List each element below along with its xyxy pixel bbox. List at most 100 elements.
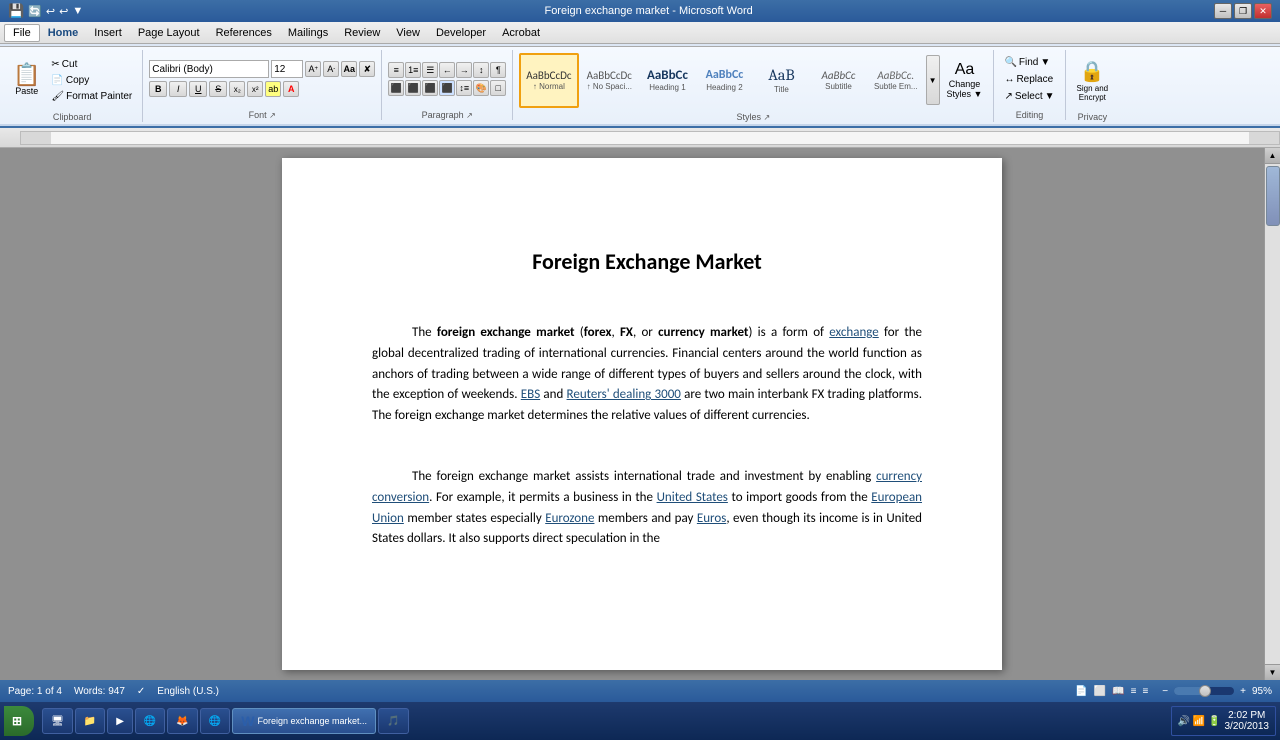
line-spacing-button[interactable]: ↕≡	[456, 80, 472, 96]
start-button[interactable]: ⊞	[4, 706, 34, 736]
more-styles-button[interactable]: ▼	[926, 55, 940, 105]
subtitle-style-button[interactable]: AaBbCc Subtitle	[811, 53, 866, 108]
shading-button[interactable]: 🎨	[473, 80, 489, 96]
menu-acrobat[interactable]: Acrobat	[494, 25, 548, 41]
taskbar-music[interactable]: 🎵	[378, 708, 408, 734]
document-container: Foreign Exchange Market The foreign exch…	[0, 148, 1280, 680]
zoom-slider[interactable]	[1174, 687, 1234, 695]
underline-button[interactable]: U	[189, 81, 207, 97]
menu-page-layout[interactable]: Page Layout	[130, 25, 208, 41]
menu-home[interactable]: Home	[40, 25, 87, 41]
show-hide-button[interactable]: ¶	[490, 62, 506, 78]
decrease-indent-button[interactable]: ←	[439, 62, 455, 78]
change-case-button[interactable]: Aa	[341, 61, 357, 77]
sign-encrypt-button[interactable]: 🔒 Sign andEncrypt	[1072, 50, 1114, 110]
united-states-link[interactable]: United States	[657, 490, 728, 505]
reuters-link[interactable]: Reuters' dealing 3000	[567, 387, 681, 402]
justify-button[interactable]: ⬛	[439, 80, 455, 96]
copy-button[interactable]: 📄Copy	[47, 73, 136, 88]
menu-developer[interactable]: Developer	[428, 25, 494, 41]
menu-mailings[interactable]: Mailings	[280, 25, 336, 41]
align-center-button[interactable]: ⬛	[405, 80, 421, 96]
taskbar-desktop[interactable]: 🖥	[42, 708, 73, 734]
taskbar-word[interactable]: W Foreign exchange market...	[232, 708, 376, 734]
window-title: Foreign exchange market - Microsoft Word	[83, 5, 1214, 17]
zoom-thumb[interactable]	[1199, 685, 1211, 697]
multilevel-button[interactable]: ☰	[422, 62, 438, 78]
currency-conversion-link[interactable]: currency conversion	[372, 469, 922, 505]
align-right-button[interactable]: ⬛	[422, 80, 438, 96]
clear-formatting-button[interactable]: ✘	[359, 61, 375, 77]
close-button[interactable]: ✕	[1254, 3, 1272, 19]
spell-icon[interactable]: ✓	[137, 686, 145, 697]
menu-insert[interactable]: Insert	[86, 25, 130, 41]
ebs-link[interactable]: EBS	[521, 387, 540, 402]
minimize-button[interactable]: ─	[1214, 3, 1232, 19]
menu-references[interactable]: References	[208, 25, 280, 41]
taskbar-media[interactable]: ▶	[107, 708, 133, 734]
paste-button[interactable]: 📋 Paste	[8, 50, 45, 110]
taskbar-firefox[interactable]: 🦊	[167, 708, 197, 734]
heading2-style-button[interactable]: AaBbCc Heading 2	[697, 53, 752, 108]
title-bar: 💾 🔄 ↩ ↩ ▼ Foreign exchange market - Micr…	[0, 0, 1280, 22]
menu-file[interactable]: File	[4, 24, 40, 42]
view-web-btn[interactable]: ⬜	[1094, 686, 1106, 697]
taskbar-chrome[interactable]: 🌐	[200, 708, 230, 734]
editing-group: 🔍Find▼ ↔Replace ↗Select▼ Editing	[996, 50, 1065, 120]
taskbar-explorer[interactable]: 📁	[75, 708, 105, 734]
sort-button[interactable]: ↕	[473, 62, 489, 78]
zoom-out-btn[interactable]: −	[1162, 686, 1168, 697]
scroll-down-button[interactable]: ▼	[1265, 664, 1280, 680]
view-reading-btn[interactable]: 📖	[1112, 686, 1124, 697]
font-name-input[interactable]	[149, 60, 269, 78]
ribbon: 📋 Paste ✂Cut 📄Copy 🖌Format Painter Clipb…	[0, 44, 1280, 128]
eurozone-link[interactable]: Eurozone	[545, 511, 594, 526]
zoom-in-btn[interactable]: +	[1240, 686, 1246, 697]
page-status: Page: 1 of 4	[8, 686, 62, 697]
right-scrollbar[interactable]: ▲ ▼	[1264, 148, 1280, 680]
italic-button[interactable]: I	[169, 81, 187, 97]
subtle-em-style-button[interactable]: AaBbCc. Subtle Em...	[868, 53, 924, 108]
paragraph-1: The foreign exchange market (forex, FX, …	[372, 323, 922, 427]
replace-button[interactable]: ↔Replace	[1000, 72, 1058, 87]
view-draft-btn[interactable]: ≡	[1142, 686, 1148, 697]
view-outline-btn[interactable]: ≡	[1131, 686, 1137, 697]
cut-button[interactable]: ✂Cut	[47, 57, 136, 72]
bold-button[interactable]: B	[149, 81, 167, 97]
scroll-thumb[interactable]	[1266, 166, 1280, 226]
numbering-button[interactable]: 1≡	[405, 62, 421, 78]
normal-style-button[interactable]: AaBbCcDc ↑ Normal	[519, 53, 578, 108]
heading1-style-button[interactable]: AaBbCc Heading 1	[640, 53, 695, 108]
document-scroll[interactable]: Foreign Exchange Market The foreign exch…	[20, 148, 1264, 680]
styles-group: AaBbCcDc ↑ Normal AaBbCcDc ↑ No Spaci...…	[515, 50, 994, 122]
change-styles-button[interactable]: Aa Change Styles ▼	[942, 50, 988, 110]
select-button[interactable]: ↗Select▼	[1000, 89, 1058, 104]
format-painter-button[interactable]: 🖌Format Painter	[47, 89, 136, 104]
document-title: Foreign Exchange Market	[372, 248, 922, 275]
exchange-link[interactable]: exchange	[829, 325, 878, 340]
title-style-button[interactable]: AaB Title	[754, 53, 809, 108]
grow-font-button[interactable]: A+	[305, 61, 321, 77]
borders-button[interactable]: □	[490, 80, 506, 96]
increase-indent-button[interactable]: →	[456, 62, 472, 78]
euros-link[interactable]: Euros	[697, 511, 726, 526]
restore-button[interactable]: ❐	[1234, 3, 1252, 19]
menu-view[interactable]: View	[388, 25, 428, 41]
strikethrough-button[interactable]: S	[209, 81, 227, 97]
subscript-button[interactable]: x₂	[229, 81, 245, 97]
menu-review[interactable]: Review	[336, 25, 388, 41]
font-size-input[interactable]	[271, 60, 303, 78]
scroll-up-button[interactable]: ▲	[1265, 148, 1280, 164]
font-color-button[interactable]: A	[283, 81, 299, 97]
bullets-button[interactable]: ≡	[388, 62, 404, 78]
taskbar-browser1[interactable]: 🌐	[135, 708, 165, 734]
shrink-font-button[interactable]: A-	[323, 61, 339, 77]
document-page[interactable]: Foreign Exchange Market The foreign exch…	[282, 158, 1002, 670]
align-left-button[interactable]: ⬛	[388, 80, 404, 96]
superscript-button[interactable]: x²	[247, 81, 263, 97]
no-spacing-style-button[interactable]: AaBbCcDc ↑ No Spaci...	[581, 53, 638, 108]
eu-link[interactable]: European Union	[372, 490, 922, 526]
text-highlight-button[interactable]: ab	[265, 81, 281, 97]
view-normal-btn[interactable]: 📄	[1075, 686, 1087, 697]
find-button[interactable]: 🔍Find▼	[1000, 55, 1058, 70]
